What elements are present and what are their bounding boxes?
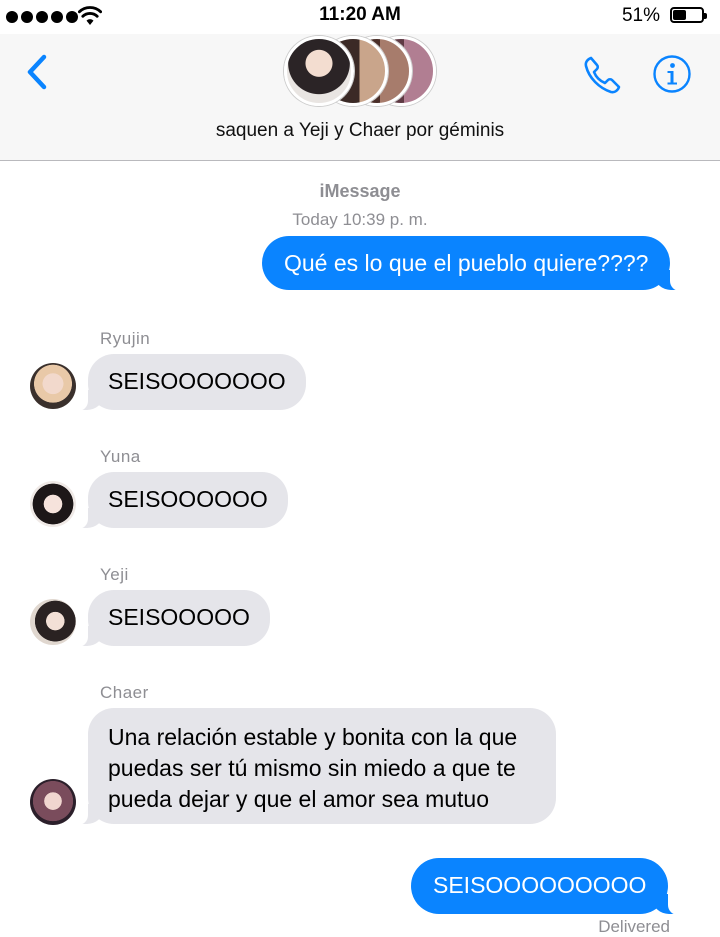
battery-percent: 51% [621, 5, 660, 26]
message-text: SEISOOOOOO [108, 486, 268, 512]
battery-fill [673, 10, 686, 20]
avatar[interactable] [30, 599, 76, 645]
group-name[interactable]: saquen a Yeji y Chaer por géminis [0, 120, 720, 142]
group-avatars[interactable] [284, 34, 444, 108]
chevron-left-icon[interactable] [22, 52, 52, 92]
message-bubble-incoming[interactable]: SEISOOOOOOO [76, 354, 306, 411]
message-bubble-incoming[interactable]: SEISOOOOO [76, 590, 270, 647]
avatar[interactable] [30, 481, 76, 527]
message-bubble-outgoing[interactable]: Qué es lo que el pueblo quiere???? [262, 236, 683, 291]
timestamp: Today 10:39 p. m. [292, 210, 428, 229]
avatar[interactable] [30, 779, 76, 825]
message-text: SEISOOOOOOO [108, 368, 286, 394]
sender-name: Ryujin [100, 329, 151, 348]
message-bubble-outgoing[interactable]: SEISOOOOOOOOO [411, 858, 681, 915]
message-bubble-incoming[interactable]: SEISOOOOOO [76, 472, 288, 529]
avatar[interactable] [30, 363, 76, 409]
phone-icon[interactable] [582, 54, 624, 96]
info-icon[interactable] [652, 54, 692, 94]
delivery-status: Delivered [598, 917, 670, 936]
avatar [284, 36, 354, 106]
service-label: iMessage [319, 181, 401, 201]
sender-name: Yeji [100, 565, 129, 584]
message-text: Qué es lo que el pueblo quiere???? [284, 250, 649, 276]
message-text: SEISOOOOOOOOO [433, 872, 647, 898]
message-bubble-incoming[interactable]: Una relación estable y bonita con la que… [76, 708, 556, 825]
conversation-header: saquen a Yeji y Chaer por géminis [0, 34, 720, 161]
battery-icon [670, 7, 707, 23]
sender-name: Chaer [100, 683, 149, 702]
sender-name: Yuna [100, 447, 141, 466]
status-bar: 11:20 AM 51% [0, 0, 720, 34]
message-text: Una relación estable y bonita con la que… [108, 724, 518, 812]
clock: 11:20 AM [319, 4, 401, 25]
message-text: SEISOOOOO [108, 604, 250, 630]
